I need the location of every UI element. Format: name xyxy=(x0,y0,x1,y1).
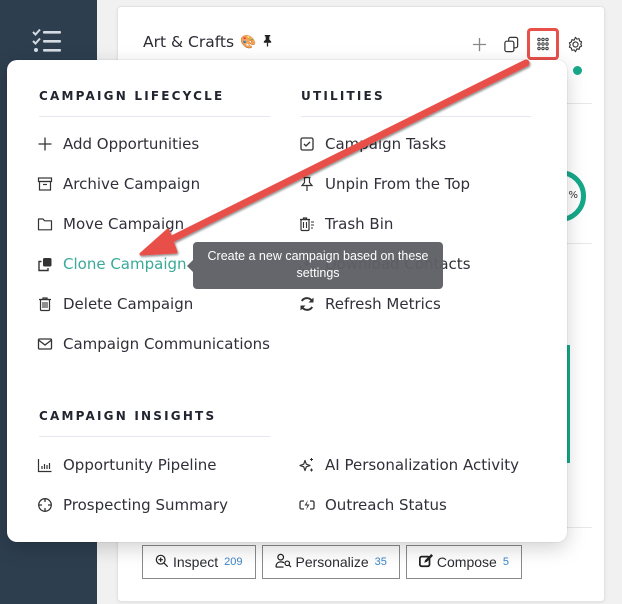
pin-icon[interactable] xyxy=(262,33,273,51)
campaign-actions-menu: CAMPAIGN LIFECYCLE Add Opportunities Arc… xyxy=(7,60,567,542)
menu-item-trash-bin[interactable]: Trash Bin xyxy=(299,213,393,235)
campaign-title: Art & Crafts xyxy=(143,33,235,51)
personalize-count: 35 xyxy=(374,556,387,568)
crosshair-icon xyxy=(37,497,53,513)
menu-item-label: Campaign Communications xyxy=(63,335,270,353)
ring-percent: % xyxy=(568,190,578,201)
refresh-icon xyxy=(299,296,315,312)
compose-button[interactable]: Compose 5 xyxy=(405,545,522,579)
compose-label: Compose xyxy=(436,554,497,570)
palette-icon: 🎨 xyxy=(240,34,257,50)
menu-item-label: Trash Bin xyxy=(325,215,394,233)
user-search-icon xyxy=(274,553,292,571)
menu-item-label: Outreach Status xyxy=(325,496,447,514)
grid-dots-icon[interactable] xyxy=(527,28,559,60)
menu-item-refresh-metrics[interactable]: Refresh Metrics xyxy=(299,293,441,315)
menu-item-clone-campaign[interactable]: Clone Campaign xyxy=(37,253,187,275)
inspect-button[interactable]: Inspect 209 xyxy=(142,545,256,579)
section-divider xyxy=(39,436,270,437)
menu-item-campaign-tasks[interactable]: Campaign Tasks xyxy=(299,133,446,155)
menu-item-outreach-status[interactable]: Outreach Status xyxy=(299,494,447,516)
status-dot xyxy=(573,66,582,75)
menu-item-move-campaign[interactable]: Move Campaign xyxy=(37,213,184,235)
menu-item-label: Opportunity Pipeline xyxy=(63,456,217,474)
bolt-badge-icon xyxy=(299,497,315,513)
menu-item-ai-personalization[interactable]: AI Personalization Activity xyxy=(299,454,519,476)
inspect-label: Inspect xyxy=(173,554,219,570)
menu-item-label: Clone Campaign xyxy=(63,255,187,273)
section-divider xyxy=(301,116,531,117)
section-title-utilities: UTILITIES xyxy=(301,89,385,103)
bar-chart-icon xyxy=(37,457,53,473)
menu-item-unpin[interactable]: Unpin From the Top xyxy=(299,173,470,195)
card-title: Art & Crafts 🎨 xyxy=(143,33,273,51)
unpin-icon xyxy=(299,176,315,192)
menu-item-label: Refresh Metrics xyxy=(325,295,441,313)
gear-icon[interactable] xyxy=(562,31,588,57)
checklist-icon[interactable] xyxy=(32,28,62,54)
clone-icon xyxy=(37,256,53,272)
zoom-in-icon xyxy=(155,554,169,571)
clone-tooltip: Create a new campaign based on these set… xyxy=(187,242,443,289)
menu-item-archive-campaign[interactable]: Archive Campaign xyxy=(37,173,200,195)
checkbox-icon xyxy=(299,136,315,152)
section-divider xyxy=(39,116,270,117)
folder-icon xyxy=(37,216,53,232)
menu-item-delete-campaign[interactable]: Delete Campaign xyxy=(37,293,193,315)
copy-icon[interactable] xyxy=(498,31,524,57)
edit-icon xyxy=(418,553,433,571)
menu-item-label: AI Personalization Activity xyxy=(325,456,520,474)
inspect-count: 209 xyxy=(224,556,243,568)
section-title-insights: CAMPAIGN INSIGHTS xyxy=(39,409,217,423)
personalize-button[interactable]: Personalize 35 xyxy=(261,545,400,579)
trash-bin-icon xyxy=(299,216,315,232)
menu-item-label: Prospecting Summary xyxy=(63,496,228,514)
compose-count: 5 xyxy=(502,556,509,568)
envelope-icon xyxy=(37,336,53,352)
card-toolbar xyxy=(466,28,588,60)
card-actions: Inspect 209 Personalize 35 Compose 5 xyxy=(142,545,522,579)
menu-item-label: Unpin From the Top xyxy=(325,175,471,193)
menu-item-label: Campaign Tasks xyxy=(325,135,447,153)
menu-item-prospecting-summary[interactable]: Prospecting Summary xyxy=(37,494,228,516)
menu-item-label: Delete Campaign xyxy=(63,295,194,313)
menu-item-label: Move Campaign xyxy=(63,215,185,233)
section-title-lifecycle: CAMPAIGN LIFECYCLE xyxy=(39,89,225,103)
menu-item-campaign-communications[interactable]: Campaign Communications xyxy=(37,333,270,355)
archive-icon xyxy=(37,176,53,192)
sparkles-icon xyxy=(299,457,315,473)
plus-icon[interactable] xyxy=(466,31,492,57)
trash-icon xyxy=(37,296,53,312)
personalize-label: Personalize xyxy=(295,554,369,570)
plus-icon xyxy=(37,136,53,152)
menu-item-opportunity-pipeline[interactable]: Opportunity Pipeline xyxy=(37,454,217,476)
menu-item-add-opportunities[interactable]: Add Opportunities xyxy=(37,133,199,155)
menu-item-label: Archive Campaign xyxy=(63,175,201,193)
menu-item-label: Add Opportunities xyxy=(63,135,200,153)
